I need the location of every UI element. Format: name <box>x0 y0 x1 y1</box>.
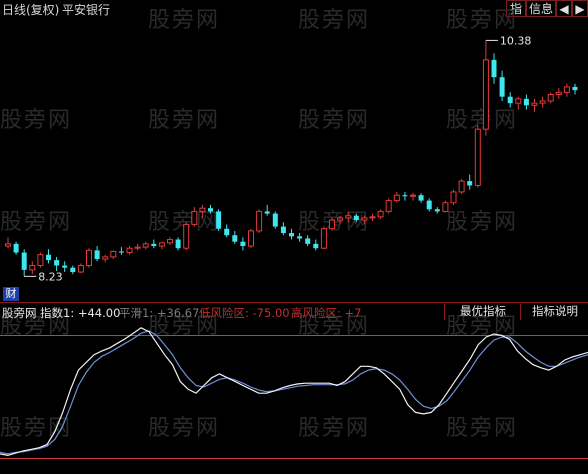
candle-body <box>110 250 117 258</box>
candle-body <box>450 191 457 204</box>
candle-body <box>5 243 11 247</box>
candle-body <box>248 230 254 247</box>
candle-body <box>94 250 100 260</box>
candle-body <box>320 228 327 249</box>
candle-body <box>208 208 213 212</box>
candle-body <box>467 181 473 186</box>
candle-body <box>29 265 36 271</box>
candle-body <box>13 243 19 253</box>
candle-body <box>126 247 133 254</box>
candle-body <box>385 200 392 212</box>
candle-body <box>555 91 562 96</box>
candle-body <box>77 265 84 273</box>
candle-body <box>491 59 497 78</box>
candle-body <box>199 207 206 212</box>
candle-body <box>499 77 505 97</box>
info-button[interactable]: 信息 <box>526 0 556 17</box>
candle-body <box>54 260 60 266</box>
candle-body <box>280 226 286 234</box>
candle-body <box>434 209 440 212</box>
candle-body <box>216 211 222 229</box>
candle-body <box>329 219 335 230</box>
candle-body <box>515 98 522 104</box>
candle-body <box>474 128 481 186</box>
candle-body <box>256 210 263 232</box>
candle-body <box>426 200 432 210</box>
candle-body <box>232 235 238 242</box>
candle-body <box>46 254 51 261</box>
candle-body <box>272 213 278 227</box>
candle-body <box>240 241 246 247</box>
low-marker-label: 8.23 <box>38 270 63 283</box>
period-label[interactable]: 日线(复权) <box>2 1 59 18</box>
candle-body <box>102 256 109 260</box>
candle-body <box>167 239 173 244</box>
smooth-value: 平滑1: +36.67 <box>119 306 200 320</box>
candle-body <box>482 59 489 130</box>
high-risk-value: 高风险区: +7 <box>291 306 362 320</box>
candle-body <box>62 265 68 268</box>
low-risk-value: 低风险区: -75.00 <box>199 306 290 320</box>
stock-name: 平安银行 <box>62 3 111 17</box>
candle-body <box>418 195 424 201</box>
candle-body <box>563 86 570 93</box>
candle-body <box>142 243 149 248</box>
indicator-help-button[interactable]: 指标说明 <box>520 304 588 320</box>
candle-body <box>547 94 554 102</box>
candle-body <box>353 215 359 221</box>
candle-body <box>313 243 319 249</box>
candle-body <box>191 210 198 225</box>
indicator-name: 股旁网 <box>2 306 37 320</box>
candle-body <box>297 236 303 239</box>
candle-body <box>151 243 157 247</box>
candle-body <box>37 254 44 267</box>
candle-body <box>361 217 368 221</box>
candle-body <box>572 86 578 91</box>
candle-body <box>134 246 141 249</box>
finance-icon[interactable]: 财 <box>3 287 19 301</box>
candle-body <box>507 96 513 104</box>
candle-body <box>305 238 311 244</box>
candle-body <box>393 194 400 202</box>
candle-body <box>377 210 384 218</box>
candle-body <box>158 242 165 247</box>
candle-body <box>410 194 416 197</box>
best-indicator-button[interactable]: 最优指标 <box>444 304 521 320</box>
candle-body <box>369 216 376 219</box>
high-marker-label: 10.38 <box>500 34 532 47</box>
indicator-chart[interactable] <box>0 320 588 474</box>
candle-body <box>224 228 230 236</box>
candle-body <box>118 251 124 253</box>
candle-body <box>523 98 529 106</box>
candle-body <box>345 215 352 219</box>
candle-body <box>337 217 344 221</box>
candlestick-chart[interactable]: 10.38 8.23 <box>0 18 588 302</box>
candle-body <box>175 239 181 249</box>
candle-body <box>70 267 76 273</box>
candle-body <box>289 233 294 237</box>
candle-body <box>442 202 449 212</box>
candle-body <box>458 180 465 193</box>
index-line <box>0 327 588 457</box>
candle-body <box>402 195 408 197</box>
candle-body <box>539 100 546 104</box>
next-arrow-icon[interactable]: ▶ <box>572 0 588 17</box>
candle-body <box>21 252 27 270</box>
candle-body <box>183 223 190 249</box>
candle-body <box>86 249 92 267</box>
smooth-line <box>0 330 588 455</box>
candle-body <box>531 102 538 106</box>
candle-body <box>264 211 270 214</box>
index-value: 指数1: +44.00 <box>40 306 121 320</box>
prev-arrow-icon[interactable]: ◀ <box>556 0 572 17</box>
